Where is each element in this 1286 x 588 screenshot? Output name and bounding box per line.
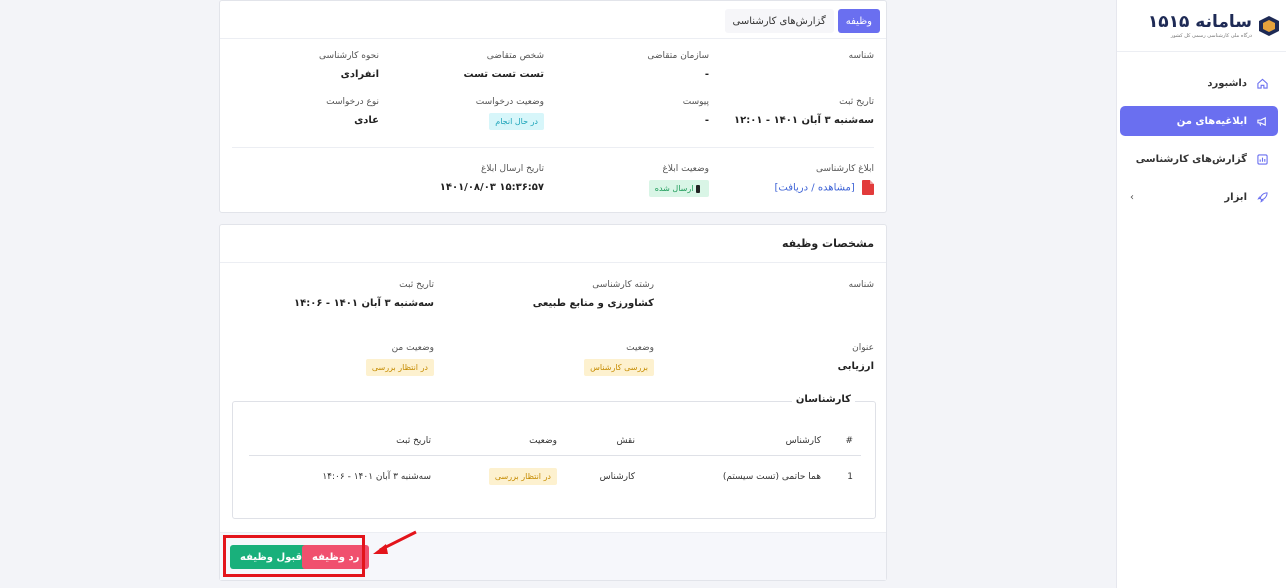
tabs-divider — [220, 38, 886, 39]
notice-id-label: شناسه — [848, 51, 874, 61]
attachment-value: - — [704, 115, 709, 126]
table-header: # کارشناس نقش وضعیت تاریخ ثبت — [249, 428, 861, 456]
col-expert: کارشناس — [785, 436, 821, 446]
applicant-label: شخص متقاضی — [486, 51, 544, 61]
sidebar-item-label: داشبورد — [1207, 77, 1247, 89]
reg-date-value: سه‌شنبه ۳ آبان ۱۴۰۱ - ۱۲:۰۱ — [734, 115, 874, 126]
tab-task[interactable]: وظیفه — [837, 9, 880, 33]
send-date-value: ۱۴۰۱/۰۸/۰۳ ۱۵:۳۶:۵۷ — [439, 182, 544, 193]
logo-icon — [1259, 15, 1279, 36]
expert-field-value: کشاورزی و منابع طبیعی — [532, 298, 654, 309]
pdf-icon[interactable] — [862, 180, 874, 195]
expert-notice-label: ابلاغ کارشناسی — [815, 164, 874, 174]
row-date: سه‌شنبه ۳ آبان ۱۴۰۱ - ۱۴:۰۶ — [322, 472, 431, 482]
attachment-label: پیوست — [682, 97, 709, 107]
request-type-label: نوع درخواست — [326, 97, 379, 107]
org-label: سازمان متقاضی — [647, 51, 709, 61]
sidebar-item-dashboard[interactable]: داشبورد — [1120, 68, 1278, 98]
my-status-label: وضعیت من — [391, 343, 434, 353]
sidebar-item-expert-reports[interactable]: گزارش‌های کارشناسی — [1120, 144, 1278, 174]
highlight-box — [223, 535, 365, 577]
logo[interactable]: سامانه ۱۵۱۵ درگاه ملی کارشناسی رسمی کل ک… — [1117, 0, 1286, 52]
arrow-icon — [373, 530, 417, 554]
task-title-value: ارزیابی — [837, 361, 874, 372]
expert-notice-field: ابلاغ کارشناسی [مشاهده / دریافت] — [774, 164, 874, 195]
status-badge: ارسال شده — [648, 180, 709, 197]
method-label: نحوه کارشناسی — [319, 51, 379, 61]
sidebar-item-label: ابلاغیه‌های من — [1176, 115, 1247, 127]
task-id-label: شناسه — [848, 280, 874, 290]
send-date-label: تاریخ ارسال ابلاغ — [480, 164, 544, 174]
expert-field-field: رشته کارشناسی کشاورزی و منابع طبیعی — [533, 280, 654, 309]
task-reg-date-label: تاریخ ثبت — [399, 280, 434, 290]
tabs: گزارش‌های کارشناسی وظیفه — [724, 9, 880, 33]
task-reg-date-value: سه‌شنبه ۳ آبان ۱۴۰۱ - ۱۴:۰۶ — [294, 298, 434, 309]
logo-subtitle: درگاه ملی کارشناسی رسمی کل کشور — [1170, 32, 1252, 39]
my-status-field: وضعیت من در انتظار بررسی — [365, 343, 434, 376]
org-field: سازمان متقاضی - — [647, 51, 709, 80]
tab-expert-reports[interactable]: گزارش‌های کارشناسی — [724, 9, 834, 33]
logo-title: سامانه ۱۵۱۵ — [1147, 11, 1252, 32]
home-icon — [1257, 78, 1268, 89]
org-value: - — [704, 69, 709, 80]
notice-status-field: وضعیت ابلاغ ارسال شده — [648, 164, 710, 197]
chevron-left-icon: ‹ — [1130, 191, 1134, 203]
view-download-link[interactable]: [مشاهده / دریافت] — [774, 183, 854, 194]
col-role: نقش — [616, 436, 635, 446]
phone-icon — [696, 184, 700, 193]
task-status-label: وضعیت — [626, 343, 654, 353]
status-badge: در حال انجام — [489, 113, 544, 130]
divider — [232, 147, 874, 148]
reg-date-field: تاریخ ثبت سه‌شنبه ۳ آبان ۱۴۰۱ - ۱۲:۰۱ — [734, 97, 874, 126]
task-title-label: عنوان — [852, 343, 874, 353]
experts-table: # کارشناس نقش وضعیت تاریخ ثبت 1 هما حاتم… — [249, 428, 861, 500]
rocket-icon — [1257, 191, 1268, 203]
applicant-field: شخص متقاضی تست تست تست — [463, 51, 544, 80]
notice-id-field: شناسه — [849, 51, 874, 61]
col-status: وضعیت — [529, 436, 557, 446]
task-status-field: وضعیت بررسی کارشناس — [584, 343, 654, 376]
task-title-field: عنوان ارزیابی — [838, 343, 874, 372]
row-role: کارشناس — [599, 472, 635, 482]
sidebar: سامانه ۱۵۱۵ درگاه ملی کارشناسی رسمی کل ک… — [1116, 0, 1286, 588]
request-status-field: وضعیت درخواست در حال انجام — [476, 97, 544, 130]
applicant-value: تست تست تست — [463, 69, 544, 80]
method-field: نحوه کارشناسی انفرادی — [319, 51, 379, 80]
row-expert: هما حاتمی (تست سیستم) — [722, 472, 821, 482]
notice-card: گزارش‌های کارشناسی وظیفه شناسه سازمان مت… — [219, 0, 887, 213]
attachment-field: پیوست - — [683, 97, 709, 126]
task-reg-date-field: تاریخ ثبت سه‌شنبه ۳ آبان ۱۴۰۱ - ۱۴:۰۶ — [294, 280, 434, 309]
experts-fieldset: کارشناسان # کارشناس نقش وضعیت تاریخ ثبت … — [232, 394, 876, 519]
sidebar-item-label: ابزار — [1224, 191, 1247, 203]
task-card-title: مشخصات وظیفه — [220, 225, 886, 263]
status-badge: بررسی کارشناس — [584, 359, 654, 376]
request-status-label: وضعیت درخواست — [475, 97, 544, 107]
col-date: تاریخ ثبت — [396, 436, 431, 446]
request-type-field: نوع درخواست عادی — [326, 97, 379, 126]
send-date-field: تاریخ ارسال ابلاغ ۱۴۰۱/۰۸/۰۳ ۱۵:۳۶:۵۷ — [440, 164, 544, 193]
notice-status-label: وضعیت ابلاغ — [662, 164, 710, 174]
sidebar-item-my-notices[interactable]: ابلاغیه‌های من — [1120, 106, 1278, 136]
task-card: مشخصات وظیفه شناسه رشته کارشناسی کشاورزی… — [219, 224, 887, 581]
row-num: 1 — [847, 472, 853, 482]
experts-legend: کارشناسان — [791, 394, 855, 405]
megaphone-icon — [1257, 116, 1266, 126]
request-type-value: عادی — [354, 115, 379, 126]
report-icon — [1257, 153, 1268, 165]
sidebar-item-tools[interactable]: ‹ ابزار — [1120, 182, 1278, 212]
status-badge: در انتظار بررسی — [488, 468, 557, 485]
sidebar-item-label: گزارش‌های کارشناسی — [1135, 153, 1247, 165]
method-value: انفرادی — [340, 69, 379, 80]
col-num: # — [845, 436, 853, 446]
sidebar-nav: داشبورد ابلاغیه‌های من گزارش‌های کارشناس… — [1117, 52, 1286, 212]
reg-date-label: تاریخ ثبت — [839, 97, 874, 107]
table-row: 1 هما حاتمی (تست سیستم) کارشناس در انتظا… — [249, 456, 861, 500]
status-badge: در انتظار بررسی — [365, 359, 434, 376]
task-id-field: شناسه — [849, 280, 874, 290]
expert-field-label: رشته کارشناسی — [592, 280, 654, 290]
